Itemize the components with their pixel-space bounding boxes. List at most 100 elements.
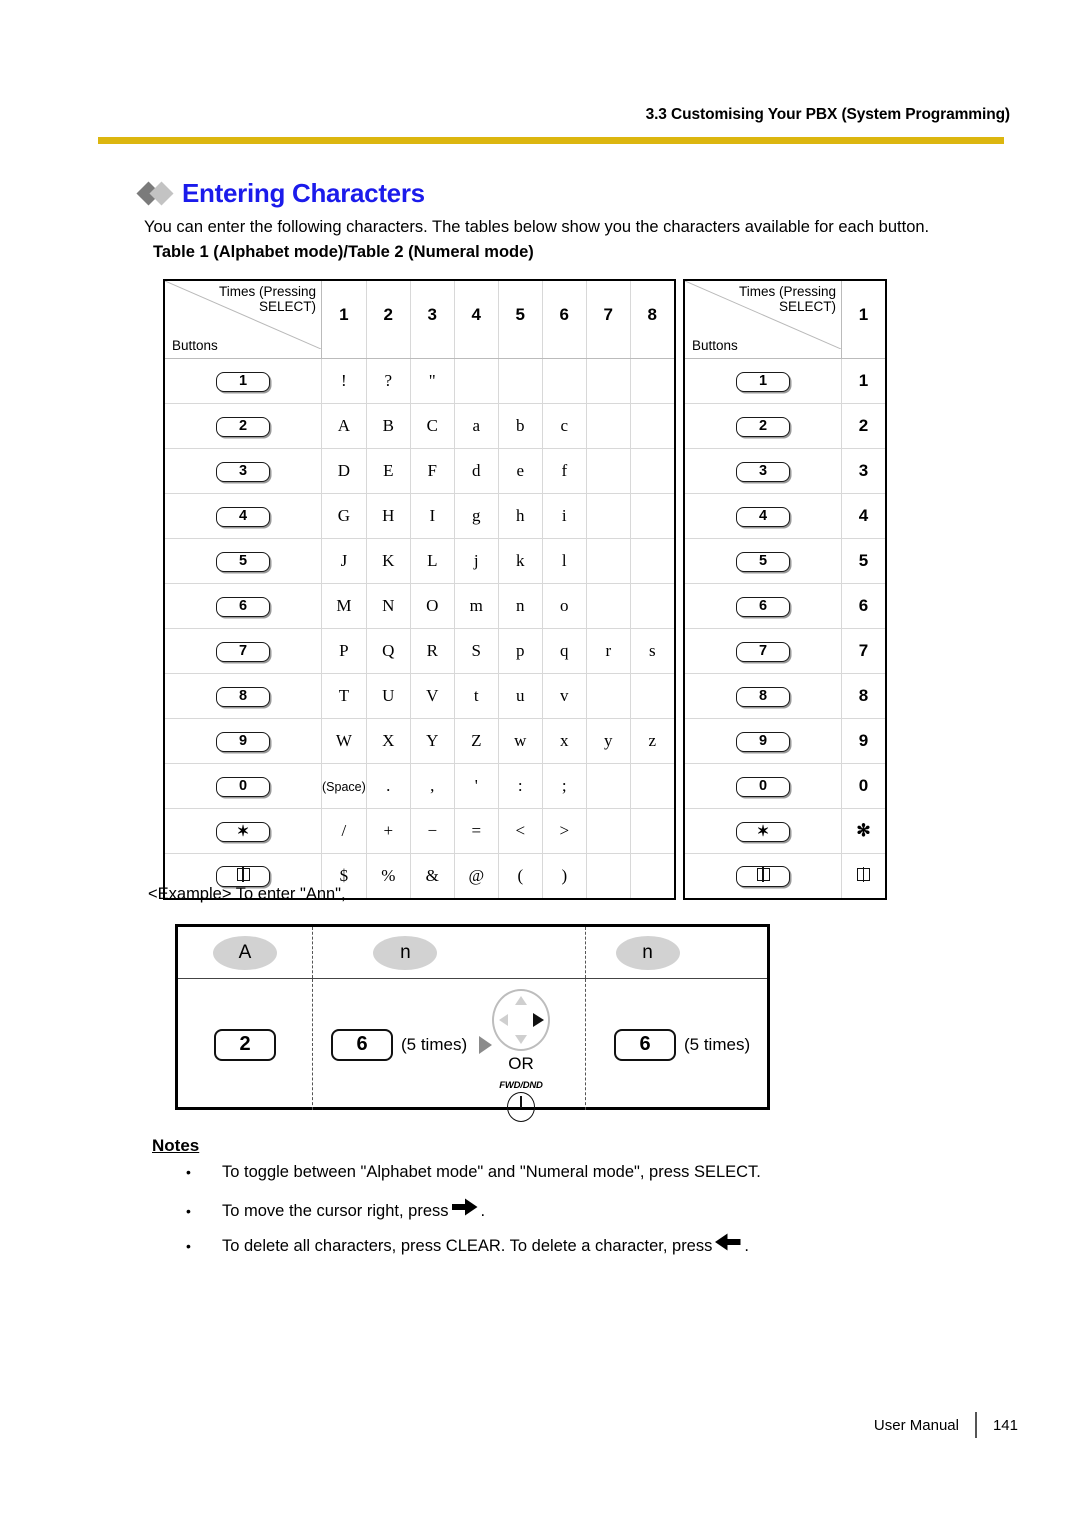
keycap-9-alpha-8[interactable]: 9	[216, 732, 270, 752]
button-cell: ✶	[685, 808, 842, 854]
result-oval-3: n	[615, 935, 680, 970]
char-value: z	[648, 731, 657, 750]
char-value: j	[473, 551, 479, 570]
table-row: 6 M N Om n o	[165, 583, 674, 629]
char-cell: n	[497, 583, 543, 629]
numeral-mode-grid: Times (Pressing SELECT) Buttons 1 1 1 2 2 3 3 4 4 5…	[685, 281, 885, 898]
char-cell	[629, 673, 674, 719]
char-value: G	[337, 506, 351, 525]
char-cell: D	[321, 448, 367, 494]
char-value: (	[517, 866, 524, 885]
table-row: 55	[685, 538, 885, 584]
char-cell: j	[453, 538, 499, 584]
char-cell: 8	[841, 673, 885, 719]
table-header-row: Times (Pressing SELECT) Buttons 1	[685, 281, 885, 359]
keycap-1-num-0[interactable]: 1	[736, 372, 790, 392]
keycap-6-num-5[interactable]: 6	[736, 597, 790, 617]
char-cell	[841, 853, 885, 898]
keycap-2-alpha-1[interactable]: 2	[216, 417, 270, 437]
char-value: >	[559, 821, 570, 840]
button-cell: 9	[685, 718, 842, 764]
char-cell: A	[321, 403, 367, 449]
button-cell: 2	[685, 403, 842, 449]
hash-key-icon	[236, 867, 250, 882]
keycap-2-num-1[interactable]: 2	[736, 417, 790, 437]
button-cell: 1	[165, 358, 322, 404]
char-cell: E	[365, 448, 411, 494]
button-cell: 4	[685, 493, 842, 539]
keycap-6[interactable]: 6	[331, 1028, 393, 1061]
example-result-cell-2: n	[312, 927, 586, 978]
char-value: &	[425, 866, 439, 885]
example-results-row: A n n	[178, 927, 767, 979]
column-header-6-alpha: 6	[541, 281, 587, 359]
navigator-icon[interactable]	[492, 989, 550, 1051]
keycap-6-alpha-5[interactable]: 6	[216, 597, 270, 617]
char-cell: h	[497, 493, 543, 539]
fwd-dnd-key-icon[interactable]	[507, 1092, 535, 1122]
char-value: ,	[430, 776, 435, 795]
or-label: OR	[508, 1054, 534, 1073]
note-text: To move the cursor right, press	[222, 1202, 449, 1220]
char-cell: J	[321, 538, 367, 584]
table-row: 44	[685, 493, 885, 539]
keycap-8-num-7[interactable]: 8	[736, 687, 790, 707]
char-cell: W	[321, 718, 367, 764]
char-cell: T	[321, 673, 367, 719]
char-cell: s	[629, 628, 674, 674]
keycap-7-alpha-6[interactable]: 7	[216, 642, 270, 662]
column-header-1-num: 1	[841, 281, 885, 359]
keycap-0-alpha-9[interactable]: 0	[216, 777, 270, 797]
char-cell	[629, 448, 674, 494]
keycap-4-num-3[interactable]: 4	[736, 507, 790, 527]
char-cell: ,	[409, 763, 455, 809]
keycap-5-alpha-4[interactable]: 5	[216, 552, 270, 572]
keycap-hash-num-11[interactable]	[736, 866, 790, 887]
button-cell: 2	[165, 403, 322, 449]
keycap-hash-alpha-11[interactable]	[216, 866, 270, 887]
keycap-4-alpha-3[interactable]: 4	[216, 507, 270, 527]
keycap-star-alpha-10[interactable]: ✶	[216, 821, 270, 842]
char-cell	[585, 853, 631, 898]
char-cell: t	[453, 673, 499, 719]
char-cell: e	[497, 448, 543, 494]
navigator-left-icon	[499, 1014, 508, 1026]
note-bullet: •	[186, 1203, 191, 1219]
char-cell	[585, 673, 631, 719]
char-value: 7	[858, 641, 869, 660]
keycap-0-num-9[interactable]: 0	[736, 777, 790, 797]
char-value: q	[560, 641, 569, 660]
keycap-3-alpha-2[interactable]: 3	[216, 462, 270, 482]
char-value: f	[561, 461, 568, 480]
char-cell: a	[453, 403, 499, 449]
table-row: 7 P Q R Sp q r s	[165, 628, 674, 674]
keycap-1-alpha-0[interactable]: 1	[216, 372, 270, 392]
keycap-2[interactable]: 2	[214, 1028, 276, 1061]
char-value: i	[561, 506, 567, 525]
char-value: T	[338, 686, 350, 705]
char-value: ?	[384, 371, 393, 390]
keycap-star-num-10[interactable]: ✶	[736, 821, 790, 842]
keycap-8-alpha-7[interactable]: 8	[216, 687, 270, 707]
keycap-7-num-6[interactable]: 7	[736, 642, 790, 662]
char-cell: 9	[841, 718, 885, 764]
char-cell: p	[497, 628, 543, 674]
keycap-5-num-4[interactable]: 5	[736, 552, 790, 572]
char-cell: b	[497, 403, 543, 449]
char-value: a	[472, 416, 481, 435]
keycap-3-num-2[interactable]: 3	[736, 462, 790, 482]
repeat-label-2: (5 times)	[401, 1034, 468, 1054]
char-value: W	[335, 731, 352, 750]
keycap-9-num-8[interactable]: 9	[736, 732, 790, 752]
note-text: To delete all characters, press CLEAR. T…	[222, 1237, 713, 1255]
keycap-6-second[interactable]: 6	[614, 1028, 676, 1061]
char-cell: 0	[841, 763, 885, 809]
char-cell: M	[321, 583, 367, 629]
button-cell: 1	[685, 358, 842, 404]
char-value: l	[561, 551, 567, 570]
note-text: To toggle between "Alphabet mode" and "N…	[222, 1163, 761, 1181]
char-cell	[629, 358, 674, 404]
example-result-cell-3: n	[586, 927, 767, 978]
char-cell: C	[409, 403, 455, 449]
char-value: n	[516, 596, 525, 615]
